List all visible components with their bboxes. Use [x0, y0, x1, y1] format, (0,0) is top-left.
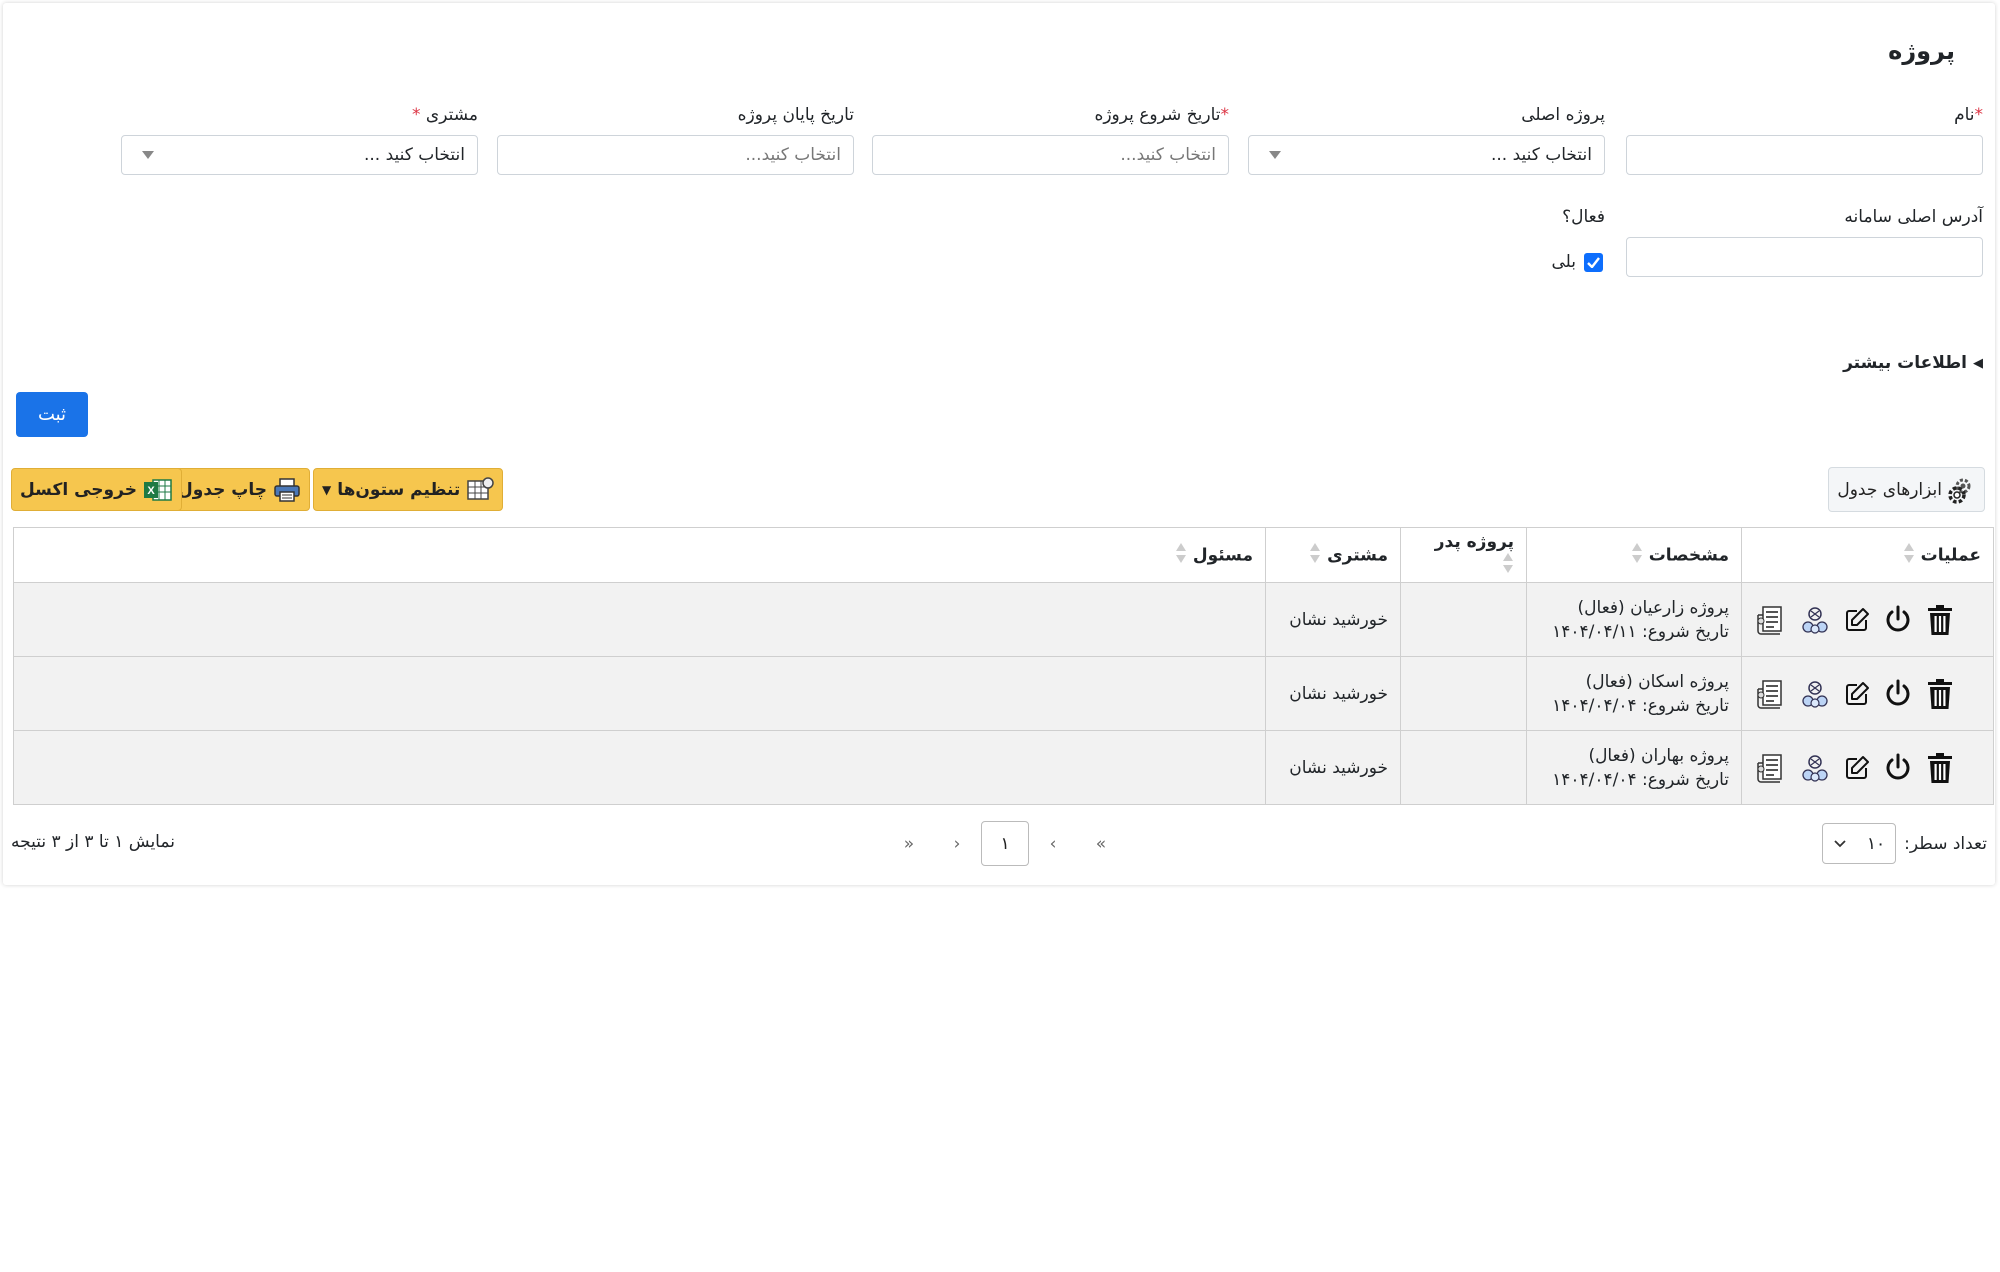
name-label: *نام	[1954, 105, 1983, 125]
required-mark: *	[1974, 105, 1984, 125]
team-members-icon[interactable]	[1800, 753, 1830, 783]
header-customer[interactable]: مشتری	[1265, 527, 1401, 583]
operations-cell	[1741, 730, 1994, 805]
customer-cell: خورشید نشان	[1265, 582, 1401, 657]
table-row: پروژه اسکان (فعال) تاریخ شروع: ۱۴۰۴/۰۴/۰…	[13, 656, 1994, 731]
table-header-row: عملیات مشخصات پروژه پدر مشتری مسئول	[13, 527, 1994, 583]
excel-export-button[interactable]: X خروجی اکسل	[11, 468, 182, 511]
table-row: پروژه بهاران (فعال) تاریخ شروع: ۱۴۰۴/۰۴/…	[13, 730, 1994, 805]
active-option-label: بلی	[1551, 252, 1576, 272]
system-address-input[interactable]	[1626, 237, 1983, 277]
system-address-label: آدرس اصلی سامانه	[1844, 207, 1983, 227]
page-title: پروژه	[1888, 37, 1955, 65]
end-date-label: تاریخ پایان پروژه	[737, 105, 854, 125]
sort-icon	[1631, 542, 1643, 569]
gear-icon	[1948, 478, 1971, 504]
start-date-input[interactable]: انتخاب کنید...	[872, 135, 1229, 175]
power-icon[interactable]	[1884, 605, 1912, 635]
rows-per-page: تعداد سطر: ۱۰	[1822, 823, 1987, 864]
rows-per-page-label: تعداد سطر:	[1904, 833, 1987, 854]
pagination-prev[interactable]: ‹	[933, 821, 981, 866]
end-date-input[interactable]: انتخاب کنید...	[497, 135, 854, 175]
team-members-icon[interactable]	[1800, 605, 1830, 635]
specs-cell: پروژه اسکان (فعال) تاریخ شروع: ۱۴۰۴/۰۴/۰…	[1526, 656, 1742, 731]
responsible-cell	[13, 582, 1266, 657]
svg-text:X: X	[147, 485, 155, 497]
triangle-left-icon: ◀	[1973, 355, 1983, 371]
required-mark: *	[412, 105, 421, 125]
pagination-next[interactable]: ›	[1029, 821, 1077, 866]
project-title: پروژه اسکان (فعال)	[1585, 671, 1729, 692]
power-icon[interactable]	[1884, 679, 1912, 709]
checkmark-icon	[1587, 256, 1600, 268]
sort-icon	[1903, 542, 1915, 569]
power-icon[interactable]	[1884, 753, 1912, 783]
dropdown-caret-icon: ▼	[322, 482, 332, 497]
active-checkbox[interactable]	[1584, 252, 1603, 272]
chevron-down-icon	[1834, 839, 1846, 847]
sort-icon	[1502, 552, 1514, 579]
specs-cell: پروژه زارعیان (فعال) تاریخ شروع: ۱۴۰۴/۰۴…	[1526, 582, 1742, 657]
dropdown-caret-icon	[142, 151, 154, 159]
trash-icon[interactable]	[1926, 604, 1954, 636]
edit-icon[interactable]	[1844, 681, 1870, 707]
trash-icon[interactable]	[1926, 752, 1954, 784]
operations-cell	[1741, 582, 1994, 657]
report-icon[interactable]	[1754, 753, 1786, 783]
required-mark: *	[1220, 105, 1230, 125]
customer-select[interactable]: انتخاب کنید ...	[121, 135, 478, 175]
pagination: » › ۱ ‹ «	[885, 821, 1125, 866]
active-label: فعال؟	[1562, 207, 1605, 227]
header-parent-project[interactable]: پروژه پدر	[1400, 527, 1527, 583]
operations-cell	[1741, 656, 1994, 731]
rows-per-page-select[interactable]: ۱۰	[1822, 823, 1897, 864]
customer-cell: خورشید نشان	[1265, 730, 1401, 805]
project-start-date: تاریخ شروع: ۱۴۰۴/۰۴/۰۴	[1552, 695, 1729, 716]
parent-project-cell	[1400, 730, 1527, 805]
print-table-button[interactable]: چاپ جدول	[169, 468, 311, 511]
report-icon[interactable]	[1754, 679, 1786, 709]
header-responsible[interactable]: مسئول	[13, 527, 1266, 583]
pagination-current-page[interactable]: ۱	[981, 821, 1029, 866]
specs-cell: پروژه بهاران (فعال) تاریخ شروع: ۱۴۰۴/۰۴/…	[1526, 730, 1742, 805]
project-start-date: تاریخ شروع: ۱۴۰۴/۰۴/۱۱	[1552, 621, 1729, 642]
customer-cell: خورشید نشان	[1265, 656, 1401, 731]
team-members-icon[interactable]	[1800, 679, 1830, 709]
responsible-cell	[13, 730, 1266, 805]
edit-icon[interactable]	[1844, 607, 1870, 633]
header-specs[interactable]: مشخصات	[1526, 527, 1742, 583]
column-settings-button[interactable]: تنظیم ستون‌ها ▼	[313, 468, 504, 511]
name-input[interactable]	[1626, 135, 1983, 175]
parent-project-cell	[1400, 582, 1527, 657]
table-settings-icon	[467, 476, 495, 500]
table-tools-button[interactable]: ابزارهای جدول	[1828, 467, 1985, 512]
printer-icon	[274, 477, 300, 502]
responsible-cell	[13, 656, 1266, 731]
pagination-last[interactable]: »	[1077, 821, 1125, 866]
sort-icon	[1175, 542, 1187, 569]
project-title: پروژه زارعیان (فعال)	[1577, 597, 1729, 618]
parent-project-cell	[1400, 656, 1527, 731]
project-card: پروژه *نام پروژه اصلی *تاریخ شروع پروژه …	[3, 3, 1995, 885]
start-date-label: *تاریخ شروع پروژه	[1094, 105, 1229, 125]
projects-table: عملیات مشخصات پروژه پدر مشتری مسئول پروژ…	[13, 527, 1994, 805]
project-start-date: تاریخ شروع: ۱۴۰۴/۰۴/۰۴	[1552, 769, 1729, 790]
edit-icon[interactable]	[1844, 755, 1870, 781]
active-checkbox-group[interactable]: بلی	[1551, 252, 1603, 272]
excel-icon: X	[143, 478, 172, 501]
sort-icon	[1309, 542, 1321, 569]
trash-icon[interactable]	[1926, 678, 1954, 710]
table-row: پروژه زارعیان (فعال) تاریخ شروع: ۱۴۰۴/۰۴…	[13, 582, 1994, 657]
submit-button[interactable]: ثبت	[16, 392, 88, 437]
project-title: پروژه بهاران (فعال)	[1588, 745, 1729, 766]
main-project-label: پروژه اصلی	[1521, 105, 1605, 125]
dropdown-caret-icon	[1269, 151, 1281, 159]
more-info-toggle[interactable]: ◀ اطلاعات بیشتر	[1843, 353, 1983, 373]
results-summary: نمایش ۱ تا ۳ از ۳ نتیجه	[11, 832, 175, 852]
report-icon[interactable]	[1754, 605, 1786, 635]
main-project-select[interactable]: انتخاب کنید ...	[1248, 135, 1605, 175]
customer-label: مشتری *	[412, 105, 478, 125]
pagination-first[interactable]: «	[885, 821, 933, 866]
header-operations[interactable]: عملیات	[1741, 527, 1994, 583]
